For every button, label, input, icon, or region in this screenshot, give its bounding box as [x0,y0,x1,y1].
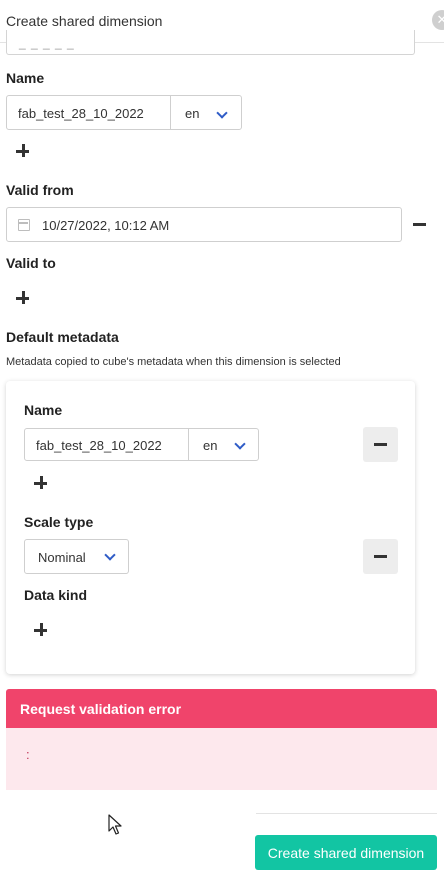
remove-valid-from-button[interactable] [402,207,437,242]
add-valid-to-button[interactable] [14,289,32,307]
valid-from-label: Valid from [6,182,74,198]
remove-metadata-name-button[interactable] [363,427,398,462]
partial-input[interactable]: _ _ _ _ _ [6,30,415,55]
error-message: : [26,747,30,762]
add-name-button[interactable] [14,142,32,160]
metadata-name-language-value: en [203,438,218,453]
name-language-value: en [185,106,200,121]
scale-type-select[interactable]: Nominal [24,539,129,574]
name-input-value: fab_test_28_10_2022 [18,106,144,121]
default-metadata-description: Metadata copied to cube's metadata when … [6,356,341,368]
mouse-cursor-icon [108,814,122,835]
data-kind-label: Data kind [24,587,88,603]
metadata-name-input[interactable]: fab_test_28_10_2022 [24,428,189,461]
error-body: : [6,728,437,790]
add-metadata-name-button[interactable] [32,474,50,492]
valid-to-label: Valid to [6,255,56,271]
error-title: Request validation error [20,701,182,717]
default-metadata-label: Default metadata [6,329,119,345]
metadata-name-value: fab_test_28_10_2022 [36,438,162,453]
create-shared-dimension-button[interactable]: Create shared dimension [255,835,437,870]
chevron-down-icon [216,107,228,119]
name-language-select[interactable]: en [170,95,242,130]
error-header: Request validation error [6,689,437,728]
metadata-name-language-select[interactable]: en [188,428,259,461]
valid-from-input[interactable]: 10/27/2022, 10:12 AM [6,207,402,242]
metadata-name-label: Name [24,402,63,418]
calendar-icon [18,219,30,231]
footer-divider [256,813,437,814]
name-label: Name [6,70,45,86]
partial-input-value: _ _ _ _ _ [19,36,75,50]
dialog-title: Create shared dimension [6,13,163,29]
chevron-down-icon [104,549,116,561]
name-input[interactable]: fab_test_28_10_2022 [6,95,171,130]
add-data-kind-button[interactable] [32,621,50,639]
default-metadata-card: Name fab_test_28_10_2022 en Scale type N… [6,381,415,674]
scale-type-label: Scale type [24,514,94,530]
remove-scale-type-button[interactable] [363,539,398,574]
chevron-down-icon [234,438,246,450]
close-icon[interactable]: ✕ [432,10,444,30]
valid-from-value: 10/27/2022, 10:12 AM [42,218,170,233]
scale-type-value: Nominal [38,550,86,565]
